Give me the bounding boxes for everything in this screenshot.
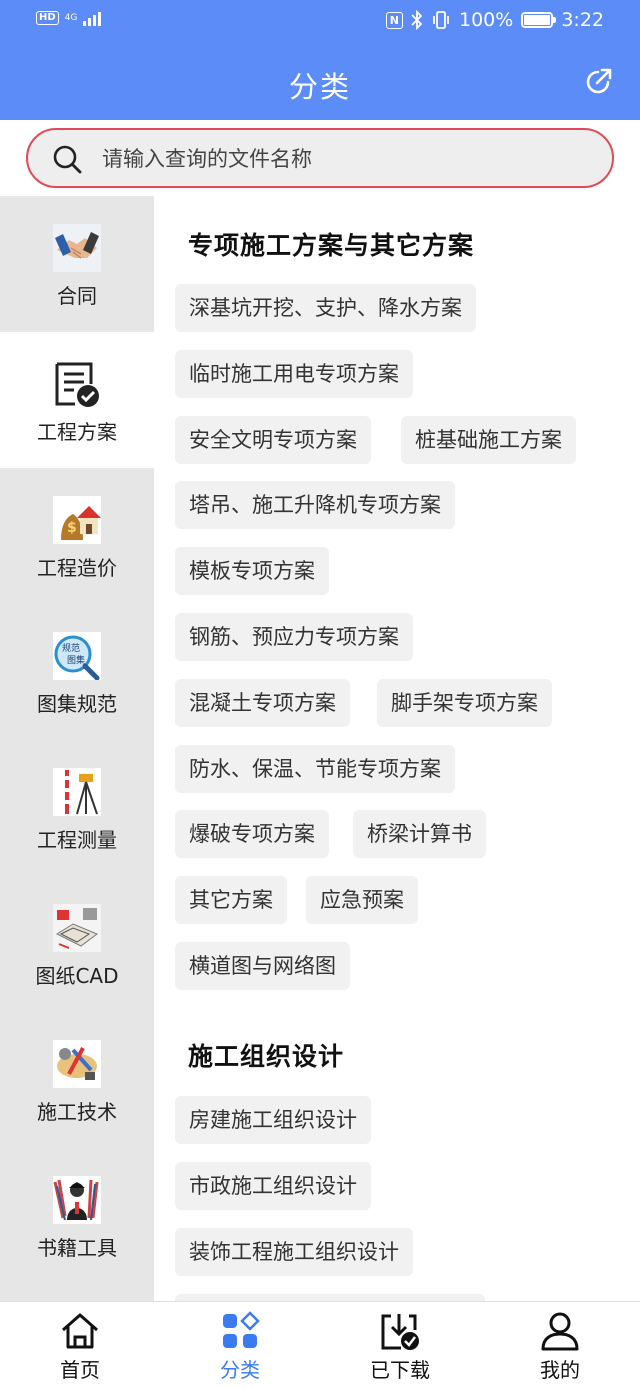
- chip-formwork[interactable]: 模板专项方案: [175, 547, 329, 595]
- search-icon: [53, 145, 82, 174]
- nav-profile[interactable]: 我的: [480, 1302, 640, 1387]
- sidebar-item-label: 工程测量: [37, 828, 117, 852]
- svg-text:规范: 规范: [62, 642, 80, 654]
- chip-emergency-plan[interactable]: 应急预案: [306, 876, 418, 924]
- chip-other-plans[interactable]: 其它方案: [175, 876, 287, 924]
- battery-icon: [521, 12, 557, 28]
- nav-label: 我的: [540, 1358, 580, 1382]
- profile-icon: [541, 1312, 579, 1351]
- books-icon: [53, 1176, 101, 1224]
- money-house-icon: $: [53, 496, 101, 544]
- survey-tripod-icon: [53, 768, 101, 816]
- downloaded-icon: [381, 1314, 419, 1350]
- chip-decoration-construction-org[interactable]: 装饰工程施工组织设计: [175, 1228, 413, 1276]
- chip-building-construction-org[interactable]: 房建施工组织设计: [175, 1096, 371, 1144]
- chip-concrete[interactable]: 混凝土专项方案: [175, 679, 350, 727]
- sidebar-item-label: 图纸CAD: [35, 964, 119, 988]
- clock: 3:22: [561, 9, 604, 31]
- chip-municipal-construction-org[interactable]: 市政施工组织设计: [175, 1162, 371, 1210]
- chip-bridge-calculation[interactable]: 桥梁计算书: [353, 810, 486, 858]
- nav-label: 分类: [220, 1358, 260, 1382]
- sidebar-item-survey[interactable]: 工程测量: [0, 740, 154, 876]
- chip-scaffolding[interactable]: 脚手架专项方案: [377, 679, 552, 727]
- chip-deep-foundation[interactable]: 深基坑开挖、支护、降水方案: [175, 284, 476, 332]
- sidebar-item-label: 工程方案: [37, 420, 117, 444]
- handshake-icon: [53, 224, 101, 272]
- chip-pile-foundation[interactable]: 桩基础施工方案: [401, 416, 576, 464]
- section-title: 施工组织设计: [188, 1042, 345, 1071]
- sidebar-item-cost[interactable]: $ 工程造价: [0, 468, 154, 604]
- search-bar[interactable]: [26, 128, 614, 188]
- category-content: 专项施工方案与其它方案 深基坑开挖、支护、降水方案 临时施工用电专项方案 安全文…: [154, 196, 640, 1301]
- bluetooth-icon: [411, 10, 423, 30]
- battery-percent: 100%: [459, 9, 514, 31]
- nav-label: 已下载: [370, 1358, 430, 1382]
- atlas-spec-icon: 规范 图集: [53, 632, 101, 680]
- nav-category[interactable]: 分类: [160, 1302, 320, 1387]
- sidebar-item-engineering-plan[interactable]: 工程方案: [0, 332, 154, 468]
- cad-drawing-icon: [53, 904, 101, 952]
- section-title: 专项施工方案与其它方案: [188, 231, 475, 260]
- chip-temporary-power[interactable]: 临时施工用电专项方案: [175, 350, 413, 398]
- vibrate-icon: [433, 11, 449, 29]
- search-input[interactable]: [102, 140, 592, 178]
- chip-tower-crane[interactable]: 塔吊、施工升降机专项方案: [175, 481, 455, 529]
- sidebar-item-label: 合同: [57, 284, 97, 308]
- chip-rebar-prestress[interactable]: 钢筋、预应力专项方案: [175, 613, 413, 661]
- sidebar-item-books[interactable]: 书籍工具: [0, 1148, 154, 1284]
- page-title: 分类: [288, 70, 351, 104]
- svg-text:$: $: [67, 520, 77, 536]
- hd-badge: HD: [36, 11, 59, 25]
- chip-gantt-network[interactable]: 横道图与网络图: [175, 942, 350, 990]
- document-check-icon: [55, 362, 99, 407]
- share-icon[interactable]: [584, 66, 614, 96]
- home-icon: [62, 1313, 98, 1349]
- nav-home[interactable]: 首页: [0, 1302, 160, 1387]
- sidebar-item-label: 书籍工具: [37, 1236, 117, 1260]
- sidebar-item-label: 工程造价: [37, 556, 117, 580]
- signal-icon: [83, 10, 102, 26]
- sidebar-item-label: 图集规范: [37, 692, 117, 716]
- top-bar: HD 4G N 100% 3:22 分类: [0, 0, 640, 120]
- sidebar-item-cad[interactable]: 图纸CAD: [0, 876, 154, 1012]
- sidebar-item-contract[interactable]: 合同: [0, 196, 154, 332]
- sidebar-item-atlas-spec[interactable]: 规范 图集 图集规范: [0, 604, 154, 740]
- chip-safety-civilization[interactable]: 安全文明专项方案: [175, 416, 371, 464]
- category-sidebar: 合同 工程方案 $ 工程造价 规范 图集 图集规范 工程测量 图纸CAD 施工技…: [0, 196, 154, 1301]
- sidebar-item-construction-tech[interactable]: 施工技术: [0, 1012, 154, 1148]
- chip-blasting[interactable]: 爆破专项方案: [175, 810, 329, 858]
- category-icon: [223, 1311, 260, 1348]
- nav-downloaded[interactable]: 已下载: [320, 1302, 480, 1387]
- nav-label: 首页: [60, 1358, 100, 1382]
- network-type: 4G: [64, 12, 78, 23]
- chip-partially-hidden[interactable]: [175, 1294, 485, 1301]
- construction-tools-icon: [53, 1040, 101, 1088]
- status-bar: HD 4G N 100% 3:22: [0, 0, 640, 44]
- nfc-icon: N: [385, 11, 403, 29]
- svg-text:图集: 图集: [67, 654, 85, 666]
- chip-waterproof-insulation[interactable]: 防水、保温、节能专项方案: [175, 745, 455, 793]
- bottom-nav: 首页 分类 已下载 我的: [0, 1301, 640, 1387]
- sidebar-item-label: 施工技术: [37, 1100, 117, 1124]
